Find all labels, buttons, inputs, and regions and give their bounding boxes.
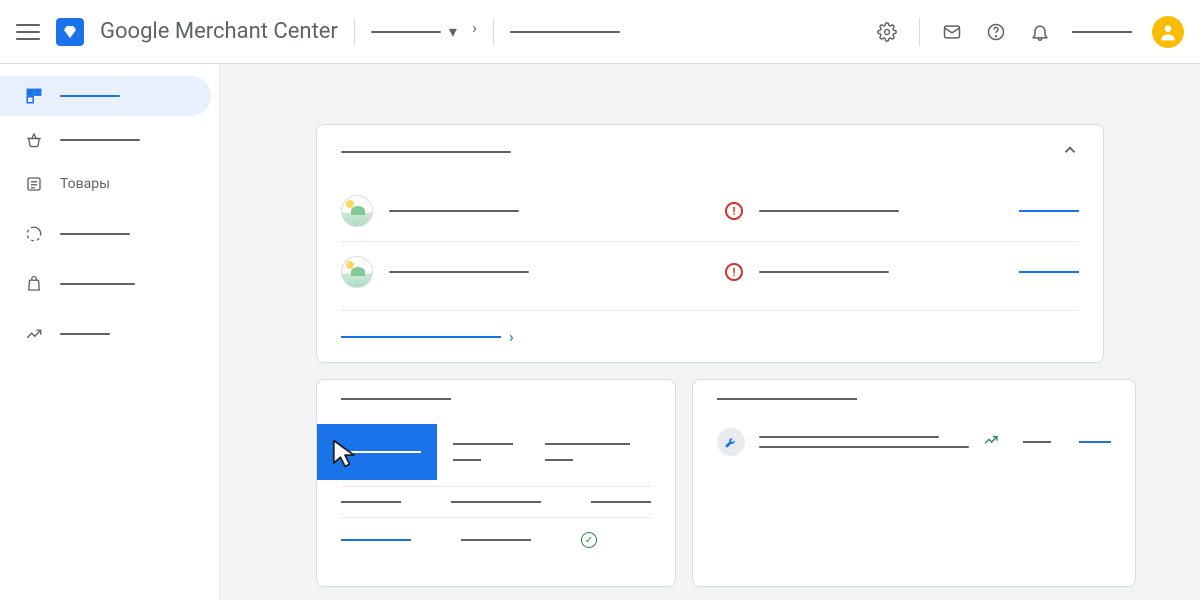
notifications-icon[interactable] xyxy=(1028,20,1052,44)
recommendations-title xyxy=(717,398,857,400)
stats-card-title xyxy=(341,398,451,400)
list-icon xyxy=(24,174,44,194)
settings-icon[interactable] xyxy=(875,20,899,44)
app-header: Google Merchant Center ▾ › xyxy=(0,0,1200,64)
trend-icon xyxy=(24,324,44,344)
cursor-pointer-icon xyxy=(327,436,363,472)
account-selector[interactable]: ▾ › xyxy=(371,22,477,41)
wrench-icon xyxy=(717,428,745,456)
task-action-link[interactable] xyxy=(1019,210,1079,212)
task-action-link[interactable] xyxy=(1019,271,1079,273)
sidebar: Товары xyxy=(0,64,220,600)
trend-up-icon xyxy=(983,432,999,452)
stats-link[interactable] xyxy=(341,539,411,541)
collapse-button[interactable] xyxy=(1061,141,1079,163)
task-row[interactable]: ! xyxy=(341,181,1079,241)
stats-tab-3[interactable] xyxy=(529,424,646,480)
stats-row xyxy=(341,486,651,517)
growth-circle-icon xyxy=(24,224,44,244)
nav-products[interactable]: Товары xyxy=(0,164,211,204)
product-thumbnail xyxy=(341,195,373,227)
merchant-center-logo xyxy=(56,18,84,46)
error-icon: ! xyxy=(725,263,743,281)
dashboard-icon xyxy=(24,86,44,106)
help-icon[interactable] xyxy=(984,20,1008,44)
recommendation-row[interactable] xyxy=(717,428,1111,456)
task-row[interactable]: ! xyxy=(341,241,1079,302)
nav-item-4[interactable] xyxy=(0,214,211,254)
stats-tab-1[interactable] xyxy=(317,424,437,480)
view-all-link[interactable] xyxy=(341,336,501,338)
header-search-placeholder[interactable] xyxy=(510,31,620,33)
product-thumbnail xyxy=(341,256,373,288)
main-content: ! ! › xyxy=(220,64,1200,600)
check-circle-icon: ✓ xyxy=(581,532,597,548)
menu-toggle[interactable] xyxy=(16,20,40,44)
recommendation-action[interactable] xyxy=(1079,441,1111,443)
nav-item-2[interactable] xyxy=(0,120,211,160)
nav-performance[interactable] xyxy=(0,314,211,354)
user-avatar[interactable] xyxy=(1152,16,1184,48)
nav-overview[interactable] xyxy=(0,76,211,116)
nav-item-5[interactable] xyxy=(0,264,211,304)
nav-products-label: Товары xyxy=(60,176,110,192)
error-icon: ! xyxy=(725,202,743,220)
pending-tasks-card: ! ! › xyxy=(316,124,1104,363)
stats-tab-2[interactable] xyxy=(437,424,529,480)
chevron-right-icon: › xyxy=(509,327,514,346)
basket-icon xyxy=(24,130,44,150)
stats-card: ✓ xyxy=(316,379,676,587)
user-name-placeholder xyxy=(1072,31,1132,33)
stats-row: ✓ xyxy=(341,517,651,562)
bag-icon xyxy=(24,274,44,294)
app-title: Google Merchant Center xyxy=(100,19,338,44)
card-title-placeholder xyxy=(341,151,511,153)
recommendations-card xyxy=(692,379,1136,587)
mail-icon[interactable] xyxy=(940,20,964,44)
recommendation-metric xyxy=(1023,441,1051,443)
